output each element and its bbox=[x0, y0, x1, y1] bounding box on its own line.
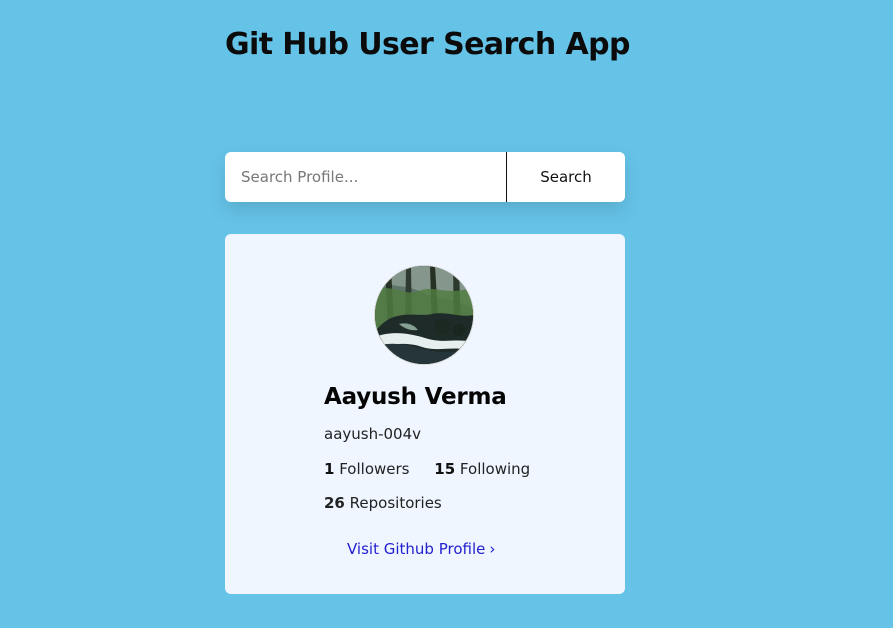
search-button[interactable]: Search bbox=[506, 152, 625, 202]
repositories-count: 26 bbox=[324, 494, 345, 512]
avatar bbox=[374, 265, 474, 365]
avatar-image bbox=[375, 266, 473, 364]
page-title: Git Hub User Search App bbox=[225, 27, 630, 62]
followers-stat: 1 Followers bbox=[324, 457, 409, 481]
following-label: Following bbox=[459, 460, 531, 478]
repositories-stat: 26 Repositories bbox=[324, 491, 442, 515]
search-bar: Search bbox=[225, 152, 625, 202]
chevron-right-icon: › bbox=[489, 540, 496, 558]
followers-label: Followers bbox=[339, 460, 410, 478]
following-stat: 15 Following bbox=[434, 457, 530, 481]
profile-card: Aayush Verma aayush-004v 1 Followers 15 … bbox=[225, 234, 625, 594]
search-profile-input[interactable] bbox=[225, 152, 506, 202]
following-count: 15 bbox=[434, 460, 456, 478]
profile-stats: 1 Followers 15 Following bbox=[324, 457, 530, 481]
github-user-search-app: Git Hub User Search App Search Profile..… bbox=[0, 0, 893, 628]
followers-count: 1 bbox=[324, 460, 335, 478]
profile-name: Aayush Verma bbox=[324, 384, 507, 410]
repositories-label: Repositories bbox=[349, 494, 442, 512]
visit-github-profile-link[interactable]: Visit Github Profile › bbox=[347, 537, 495, 561]
visit-github-profile-label: Visit Github Profile bbox=[347, 540, 486, 558]
profile-username: aayush-004v bbox=[324, 425, 422, 443]
